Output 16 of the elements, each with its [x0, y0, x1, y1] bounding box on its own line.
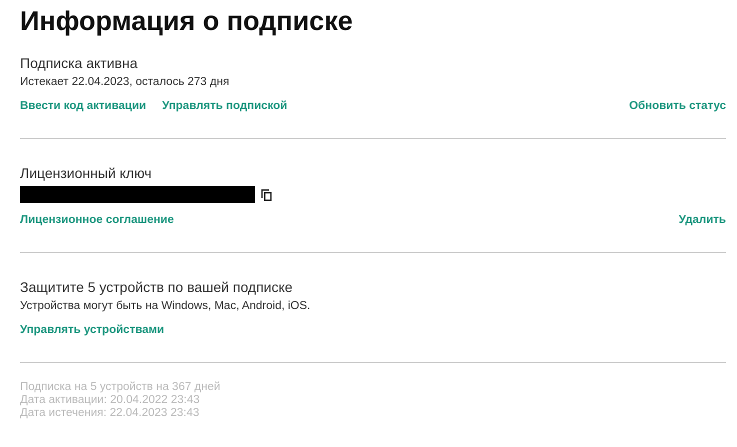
- section-heading: Лицензионный ключ: [20, 165, 153, 182]
- link[interactable]: Лицензионное соглашение: [20, 214, 174, 226]
- page-title: Информация о подписке: [20, 5, 354, 38]
- section-text: Устройства могут быть на Windows, Mac, Android, iOS.: [20, 299, 312, 313]
- section-heading: Защитите 5 устройств по вашей подписке: [20, 279, 294, 296]
- link[interactable]: Обновить статус: [629, 100, 726, 112]
- section-text: Истекает 22.04.2023, осталось 273 дня: [20, 75, 230, 89]
- info-text: Дата активации: 20.04.2022 23:43: [20, 394, 201, 407]
- section-heading: Подписка активна: [20, 55, 138, 72]
- info-text: Дата истечения: 22.04.2023 23:43: [20, 407, 200, 420]
- copy-icon[interactable]: [261, 188, 272, 200]
- link[interactable]: Удалить: [678, 214, 726, 226]
- link[interactable]: Управлять устройствами: [20, 324, 164, 336]
- info-text: Подписка на 5 устройств на 367 дней: [20, 381, 222, 394]
- link[interactable]: Ввести код активации: [20, 100, 146, 112]
- link[interactable]: Управлять подпиской: [162, 100, 288, 112]
